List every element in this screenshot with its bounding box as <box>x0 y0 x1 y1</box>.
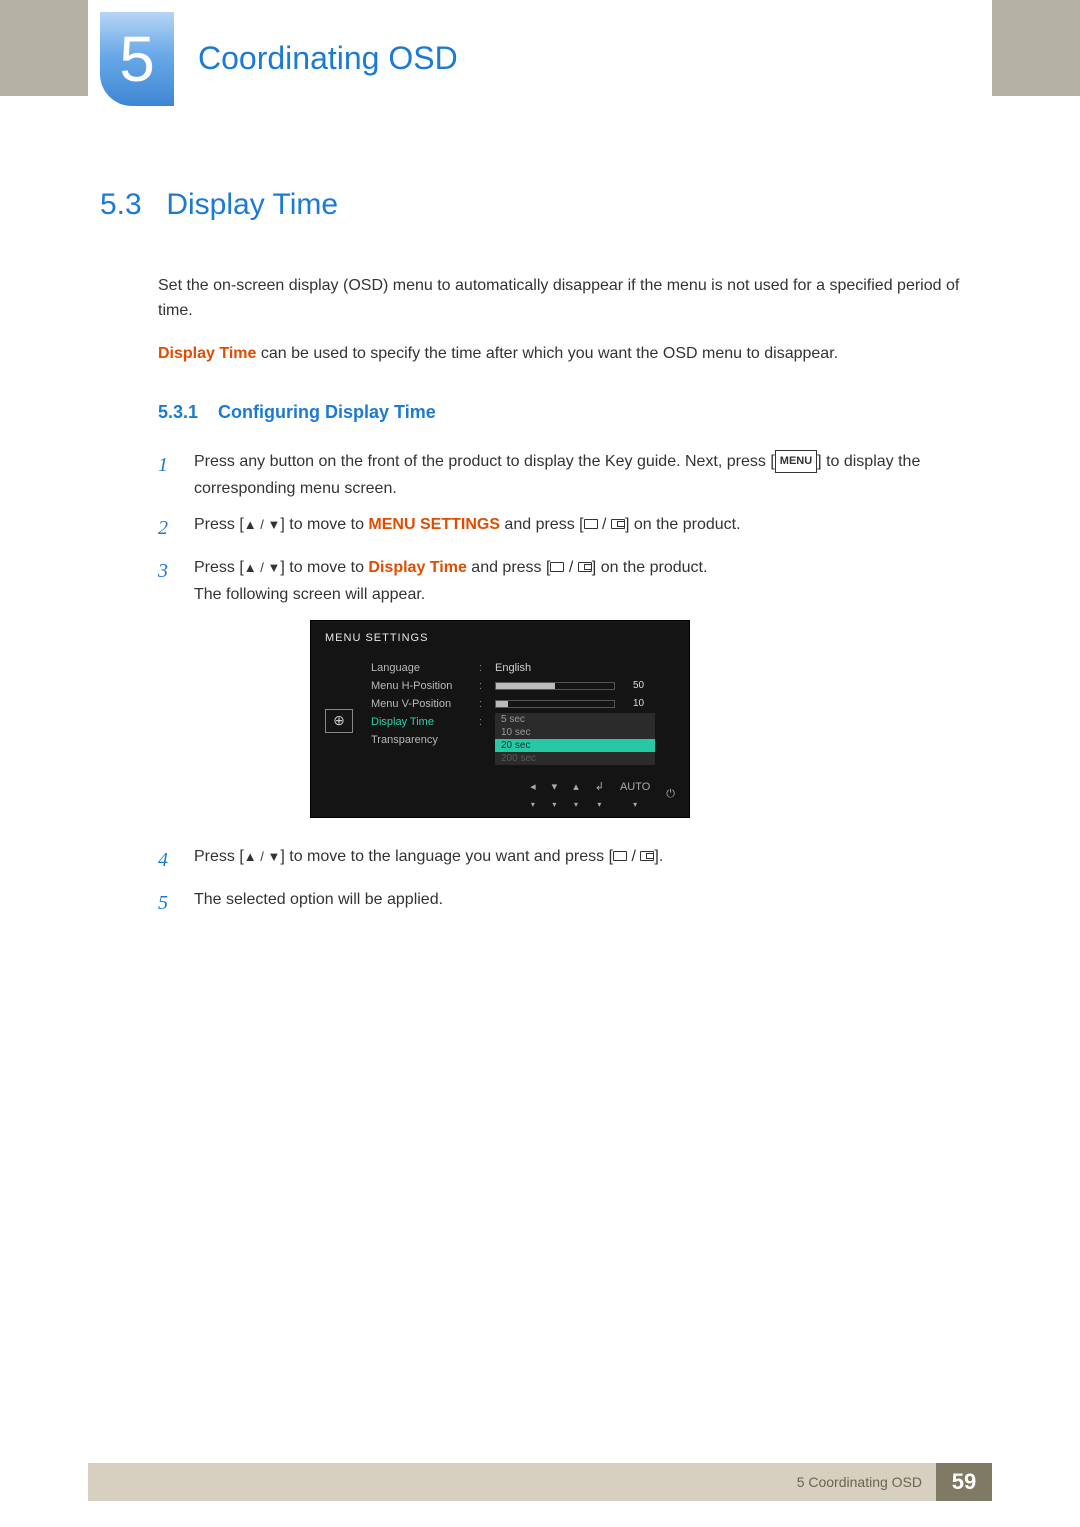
osd-opt-3: 200 sec <box>495 752 655 765</box>
enter-icon: ↲ <box>595 778 604 796</box>
osd-row-display-time: Display Time : 5 sec 10 sec 20 sec 200 s… <box>371 713 675 731</box>
osd-title: MENU SETTINGS <box>311 621 689 655</box>
osd-row-vpos: Menu V-Position : 10 <box>371 695 675 713</box>
up-icon: ▴ <box>573 778 579 796</box>
section-heading: 5.3 Display Time <box>100 188 970 222</box>
step-5: 5 The selected option will be applied. <box>158 887 970 920</box>
power-icon: ⏻ <box>666 785 675 803</box>
osd-footer: ◂▾ ▾▾ ▴▾ ↲▾ AUTO▾ ⏻ <box>530 778 675 811</box>
term-display-time: Display Time <box>158 345 256 362</box>
subsection-number: 5.3.1 <box>158 402 198 422</box>
up-down-icon: ▲ / ▼ <box>244 560 281 575</box>
enter-icon <box>611 519 625 529</box>
osd-side-icon: ⊕ <box>325 709 353 733</box>
intro-paragraph-1: Set the on-screen display (OSD) menu to … <box>158 274 970 324</box>
osd-row-hpos: Menu H-Position : 50 <box>371 677 675 695</box>
footer-chapter: 5 Coordinating OSD <box>797 1474 936 1490</box>
osd-opt-0: 5 sec <box>495 713 655 726</box>
chapter-badge: 5 <box>100 12 174 106</box>
steps-list: 1 Press any button on the front of the p… <box>158 449 970 920</box>
section-number: 5.3 <box>100 188 158 222</box>
osd-options: 5 sec 10 sec 20 sec 200 sec <box>495 713 655 765</box>
step-4: 4 Press [▲ / ▼] to move to the language … <box>158 844 970 877</box>
osd-hpos-fill <box>496 683 555 689</box>
footer-page-number: 59 <box>936 1463 992 1501</box>
step-3: 3 Press [▲ / ▼] to move to Display Time … <box>158 555 970 834</box>
chapter-number: 5 <box>119 22 155 96</box>
left-icon: ◂ <box>530 778 536 796</box>
osd-rows: Language : English Menu H-Position : 50 … <box>371 659 675 749</box>
down-icon: ▾ <box>552 778 558 796</box>
rect-icon <box>613 851 627 861</box>
subsection-title: Configuring Display Time <box>218 402 436 422</box>
osd-screenshot: MENU SETTINGS ⊕ Language : English Menu … <box>310 620 690 818</box>
enter-icon <box>578 562 592 572</box>
content-area: 5.3 Display Time Set the on-screen displ… <box>100 188 970 930</box>
rect-icon <box>550 562 564 572</box>
osd-vpos-fill <box>496 701 508 707</box>
osd-hpos-bar <box>495 682 615 690</box>
menu-key-icon: MENU <box>775 450 817 472</box>
subsection-heading: 5.3.1 Configuring Display Time <box>158 402 970 423</box>
page-footer: 5 Coordinating OSD 59 <box>88 1463 992 1501</box>
step-1: 1 Press any button on the front of the p… <box>158 449 970 502</box>
osd-opt-1: 10 sec <box>495 726 655 739</box>
osd-vpos-bar <box>495 700 615 708</box>
auto-label: AUTO <box>620 778 650 796</box>
step-2: 2 Press [▲ / ▼] to move to MENU SETTINGS… <box>158 512 970 545</box>
up-down-icon: ▲ / ▼ <box>244 517 281 532</box>
chapter-title: Coordinating OSD <box>198 40 458 77</box>
rect-icon <box>584 519 598 529</box>
osd-row-language: Language : English <box>371 659 675 677</box>
display-time-label: Display Time <box>368 559 466 576</box>
up-down-icon: ▲ / ▼ <box>244 849 281 864</box>
enter-icon <box>640 851 654 861</box>
section-title: Display Time <box>166 188 338 221</box>
osd-opt-2: 20 sec <box>495 739 655 752</box>
menu-settings-label: MENU SETTINGS <box>368 516 500 533</box>
intro-paragraph-2: Display Time can be used to specify the … <box>158 342 970 367</box>
